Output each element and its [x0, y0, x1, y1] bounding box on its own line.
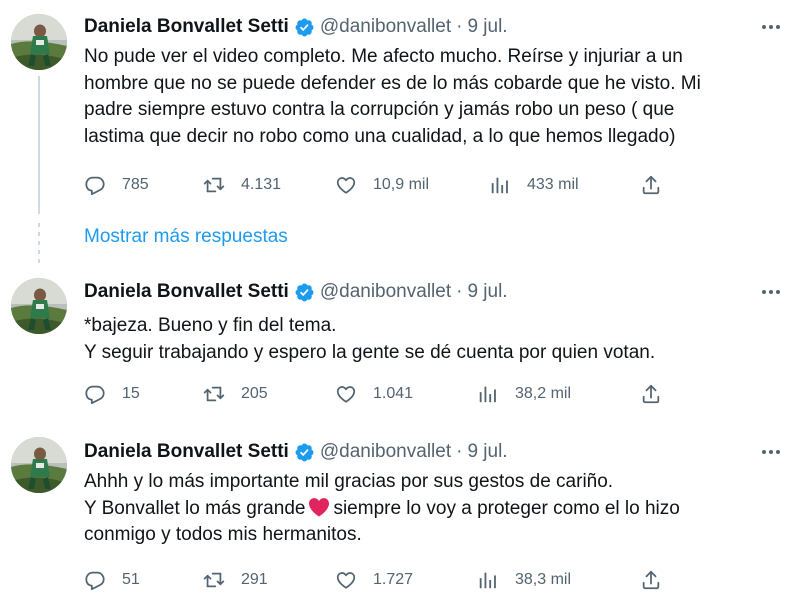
like-button[interactable]: 10,9 mil [335, 171, 429, 199]
like-button[interactable]: 1.041 [335, 380, 413, 408]
tweet-text: *bajeza. Bueno y fin del tema. Y seguir … [84, 313, 784, 366]
tweet-text-line: Y seguir trabajando y espero la gente se… [84, 341, 656, 363]
tweet-date[interactable]: 9 jul. [467, 441, 507, 463]
tweet-actions: 15 205 1.041 38,2 mil [84, 380, 684, 408]
retweet-icon [203, 174, 225, 196]
retweet-button[interactable]: 291 [203, 566, 268, 594]
verified-badge-icon [294, 17, 315, 38]
thread-connector-line [38, 76, 40, 214]
retweet-count: 291 [241, 571, 268, 588]
author-handle[interactable]: @danibonvallet [320, 16, 451, 38]
share-button[interactable] [640, 380, 662, 408]
tweet-text-fragment: Y Bonvallet lo más grande [84, 497, 306, 519]
reply-icon [84, 174, 106, 196]
more-icon[interactable] [758, 17, 784, 37]
tweet-header: Daniela Bonvallet Setti @danibonvallet ·… [84, 14, 508, 40]
views-count: 433 mil [527, 176, 579, 193]
thread-connector-dots [38, 223, 40, 263]
retweet-button[interactable]: 4.131 [203, 171, 281, 199]
tweet-text-line: lastima que decir no robo como una cuali… [84, 125, 676, 147]
tweet-actions: 51 291 1.727 38,3 mil [84, 566, 684, 594]
share-icon [640, 569, 662, 591]
share-icon [640, 174, 662, 196]
share-button[interactable] [640, 566, 662, 594]
retweet-icon [203, 383, 225, 405]
tweet-text-line: *bajeza. Bueno y fin del tema. [84, 315, 337, 336]
views-icon [489, 174, 511, 196]
like-icon [335, 174, 357, 196]
separator: · [456, 16, 463, 37]
tweet-text: No pude ver el video completo. Me afecto… [84, 44, 784, 150]
tweet-actions: 785 4.131 10,9 mil 433 mil [84, 171, 684, 199]
like-count: 10,9 mil [373, 176, 430, 193]
views-icon [477, 569, 499, 591]
views-button[interactable]: 38,2 mil [477, 380, 571, 408]
author-name[interactable]: Daniela Bonvallet Setti [84, 441, 289, 463]
tweet-date[interactable]: 9 jul. [467, 281, 507, 303]
verified-badge-icon [294, 282, 315, 303]
avatar[interactable] [11, 278, 67, 334]
share-icon [640, 383, 662, 405]
reply-button[interactable]: 15 [84, 380, 140, 408]
tweet-text-line: padre siempre estuvo contra la corrupció… [84, 99, 675, 120]
retweet-count: 205 [241, 385, 268, 402]
tweet-text-line: hombre que no se puede defender es de lo… [84, 72, 701, 94]
tweet-date[interactable]: 9 jul. [467, 16, 507, 38]
views-button[interactable]: 433 mil [489, 171, 579, 199]
avatar[interactable] [11, 437, 67, 493]
views-button[interactable]: 38,3 mil [477, 566, 571, 594]
avatar[interactable] [11, 14, 67, 70]
separator: · [456, 441, 463, 462]
reply-count: 15 [122, 385, 140, 402]
separator: · [456, 281, 463, 302]
like-icon [335, 569, 357, 591]
retweet-button[interactable]: 205 [203, 380, 268, 408]
like-count: 1.727 [373, 571, 414, 588]
tweet-text-line: Ahhh y lo más importante mil gracias por… [84, 471, 614, 492]
reply-icon [84, 383, 106, 405]
share-button[interactable] [640, 171, 662, 199]
reply-button[interactable]: 51 [84, 566, 140, 594]
reply-count: 785 [122, 176, 149, 193]
tweet-header: Daniela Bonvallet Setti @danibonvallet ·… [84, 439, 508, 465]
show-more-replies-link[interactable]: Mostrar más respuestas [84, 226, 288, 248]
author-name[interactable]: Daniela Bonvallet Setti [84, 281, 289, 303]
reply-button[interactable]: 785 [84, 171, 149, 199]
more-icon[interactable] [758, 282, 784, 302]
like-icon [335, 383, 357, 405]
views-count: 38,3 mil [515, 571, 572, 588]
tweet-text-fragment: siempre lo voy a proteger como el lo hiz… [333, 497, 680, 519]
retweet-count: 4.131 [241, 176, 282, 193]
reply-icon [84, 569, 106, 591]
tweet-text-line: No pude ver el video completo. Me afecto… [84, 46, 683, 67]
verified-badge-icon [294, 442, 315, 463]
tweet-text: Ahhh y lo más importante mil gracias por… [84, 469, 784, 549]
author-handle[interactable]: @danibonvallet [320, 281, 451, 303]
views-icon [477, 383, 499, 405]
like-count: 1.041 [373, 385, 414, 402]
reply-count: 51 [122, 571, 140, 588]
tweet-text-line: Y Bonvallet lo más grande siempre lo voy … [84, 496, 784, 523]
retweet-icon [203, 569, 225, 591]
tweet-text-line: conmigo y todos mis hermanitos. [84, 524, 362, 545]
like-button[interactable]: 1.727 [335, 566, 413, 594]
more-icon[interactable] [758, 442, 784, 462]
author-name[interactable]: Daniela Bonvallet Setti [84, 16, 289, 38]
tweet-header: Daniela Bonvallet Setti @danibonvallet ·… [84, 279, 508, 305]
red-heart-emoji [309, 497, 330, 517]
author-handle[interactable]: @danibonvallet [320, 441, 451, 463]
views-count: 38,2 mil [515, 385, 572, 402]
